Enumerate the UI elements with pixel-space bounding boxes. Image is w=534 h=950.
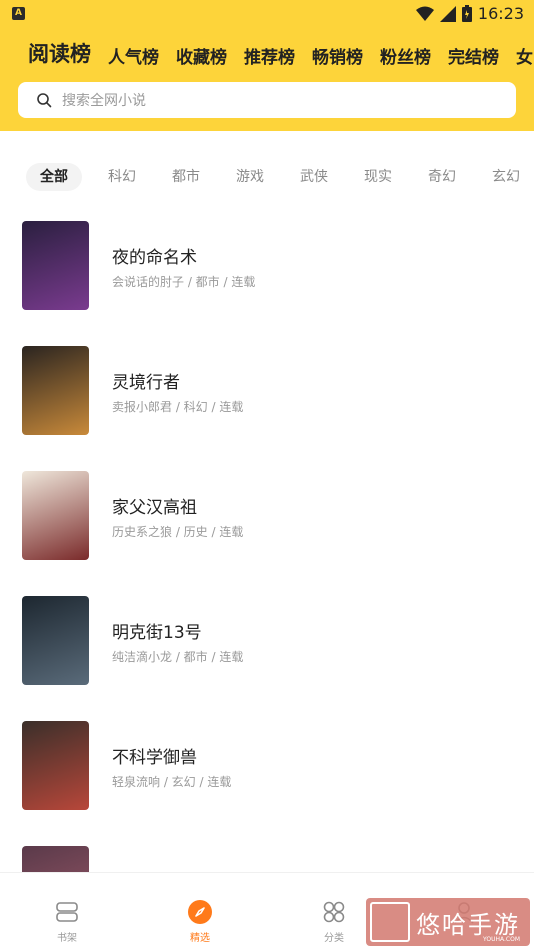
book-list: 夜的命名术 会说话的肘子 / 都市 / 连载 灵境行者 卖报小郎君 / 科幻 /…: [0, 221, 534, 872]
tab-label: 阅读榜: [28, 42, 91, 66]
wifi-icon: [415, 6, 434, 21]
category-fantasy[interactable]: 奇幻: [410, 163, 474, 191]
tab-recommended[interactable]: 推荐榜: [244, 43, 295, 70]
list-item[interactable]: [0, 846, 534, 872]
book-cover: [22, 721, 89, 810]
ranking-tabs: 阅读榜 人气榜 收藏榜 推荐榜 畅销榜 粉丝榜 完结榜 女: [28, 38, 534, 70]
book-meta: 历史系之狼 / 历史 / 连载: [112, 525, 244, 539]
book-title: 夜的命名术: [112, 248, 197, 268]
watermark-icon: [370, 902, 410, 942]
book-meta: 会说话的肘子 / 都市 / 连载: [112, 275, 256, 289]
compass-icon: [188, 900, 212, 924]
tab-popularity[interactable]: 人气榜: [108, 43, 159, 70]
search-placeholder: 搜索全网小说: [62, 93, 146, 109]
book-title: 灵境行者: [112, 373, 180, 393]
book-cover: [22, 846, 89, 872]
watermark-text: 悠哈手游: [416, 910, 520, 939]
nav-featured[interactable]: 精选: [160, 899, 240, 944]
tab-favorites[interactable]: 收藏榜: [176, 43, 227, 70]
header: A 16:23 阅读榜 人气榜 收藏榜 推荐榜 畅销榜 粉丝榜 完结榜 女 搜索…: [0, 0, 534, 131]
list-item[interactable]: 家父汉高祖 历史系之狼 / 历史 / 连载: [0, 471, 534, 596]
list-item[interactable]: 不科学御兽 轻泉流响 / 玄幻 / 连载: [0, 721, 534, 846]
status-right: 16:23: [415, 4, 524, 23]
signal-icon: [439, 5, 456, 22]
nav-label: 书架: [57, 933, 77, 944]
nav-category[interactable]: 分类: [294, 899, 374, 944]
battery-icon: [461, 5, 472, 22]
notification-icon: A: [12, 7, 25, 20]
book-title: 明克街13号: [112, 623, 202, 643]
tab-fans[interactable]: 粉丝榜: [380, 43, 431, 70]
book-meta: 轻泉流响 / 玄幻 / 连载: [112, 775, 232, 789]
tab-completed[interactable]: 完结榜: [448, 43, 499, 70]
bookshelf-icon: [56, 902, 78, 922]
status-bar: A 16:23: [0, 0, 534, 28]
category-all[interactable]: 全部: [26, 163, 82, 191]
category-realistic[interactable]: 现实: [346, 163, 410, 191]
book-meta: 纯洁滴小龙 / 都市 / 连载: [112, 650, 244, 664]
list-item[interactable]: 灵境行者 卖报小郎君 / 科幻 / 连载: [0, 346, 534, 471]
category-icon: [323, 901, 345, 923]
nav-bookshelf[interactable]: 书架: [27, 899, 107, 944]
tab-reading[interactable]: 阅读榜: [28, 38, 91, 70]
search-icon: [37, 93, 52, 108]
nav-label: 精选: [190, 933, 210, 944]
tab-bestseller[interactable]: 畅销榜: [312, 43, 363, 70]
category-urban[interactable]: 都市: [154, 163, 218, 191]
tab-female[interactable]: 女: [516, 43, 533, 70]
book-meta: 卖报小郎君 / 科幻 / 连载: [112, 400, 244, 414]
book-cover: [22, 221, 89, 310]
book-cover: [22, 596, 89, 685]
clock: 16:23: [477, 4, 524, 23]
category-scifi[interactable]: 科幻: [90, 163, 154, 191]
category-filter: 全部 科幻 都市 游戏 武侠 现实 奇幻 玄幻: [26, 163, 534, 191]
list-item[interactable]: 夜的命名术 会说话的肘子 / 都市 / 连载: [0, 221, 534, 346]
book-title: 不科学御兽: [112, 748, 197, 768]
category-xuanhuan[interactable]: 玄幻: [474, 163, 534, 191]
book-cover: [22, 471, 89, 560]
list-item[interactable]: 明克街13号 纯洁滴小龙 / 都市 / 连载: [0, 596, 534, 721]
category-wuxia[interactable]: 武侠: [282, 163, 346, 191]
book-cover: [22, 346, 89, 435]
watermark-logo: 悠哈手游 YOUHA.COM: [366, 898, 530, 946]
nav-label: 分类: [324, 933, 344, 944]
search-bar[interactable]: 搜索全网小说: [18, 82, 516, 118]
book-title: 家父汉高祖: [112, 498, 197, 518]
watermark-subtext: YOUHA.COM: [483, 936, 520, 943]
category-game[interactable]: 游戏: [218, 163, 282, 191]
